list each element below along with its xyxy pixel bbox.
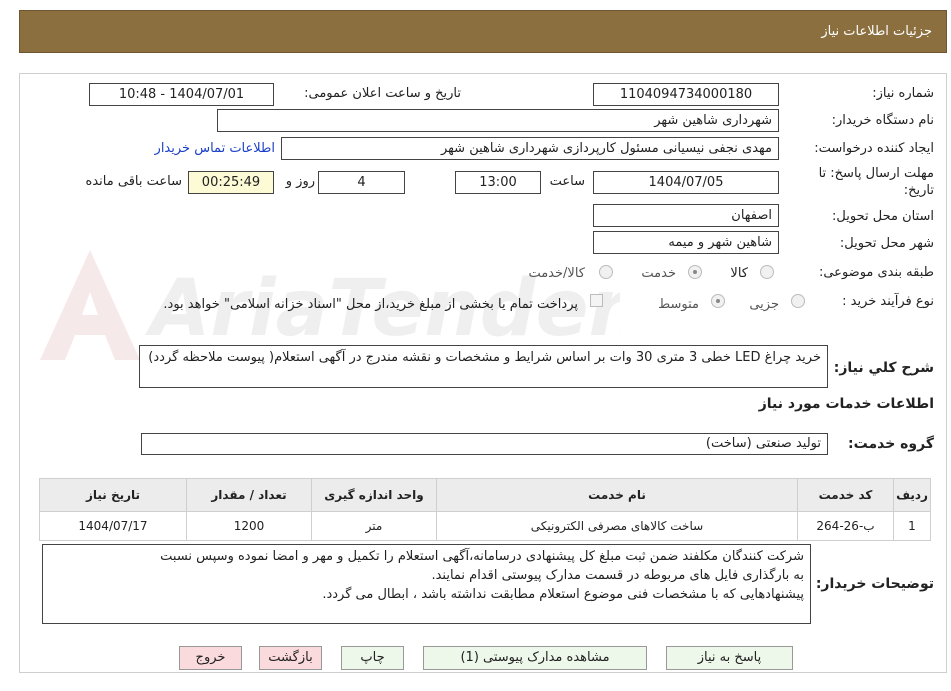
category-radio-service[interactable] [688,265,702,279]
city-field: شاهین شهر و میمه [593,231,779,254]
cell-row-number: 1 [893,511,931,541]
services-table: ردیف کد خدمت نام خدمت واحد اندازه گیری ت… [39,478,931,541]
print-button[interactable]: چاپ [341,646,404,670]
requester-label: ایجاد کننده درخواست: [814,141,934,156]
need-number-field: 1104094734000180 [593,83,779,106]
deadline-label-date: تاریخ: [903,183,934,198]
purchase-option-minor: جزیی [749,297,779,312]
col-need-date: تاریخ نیاز [39,478,187,512]
col-unit: واحد اندازه گیری [311,478,437,512]
deadline-date-field: 1404/07/05 [593,171,779,194]
category-label: طبقه بندی موضوعی: [818,265,934,280]
service-group-field: تولید صنعتی (ساخت) [141,433,828,455]
requester-field: مهدی نجفی نیسیانی مسئول کارپردازی شهردار… [281,137,779,160]
view-attachments-button[interactable]: مشاهده مدارک پیوستی (1) [423,646,647,670]
purchase-option-medium: متوسط [658,297,699,312]
table-row: 1 ب-26-264 ساخت کالاهای مصرفی الکترونیکی… [39,511,931,541]
deadline-time-field: 13:00 [455,171,541,194]
time-label: ساعت [549,174,585,189]
buyer-org-field: شهرداری شاهین شهر [217,109,779,132]
category-option-goods: کالا [730,266,748,281]
purchase-type-label: نوع فرآیند خرید : [842,294,934,309]
col-service-name: نام خدمت [436,478,798,512]
province-field: اصفهان [593,204,779,227]
service-group-label: گروه خدمت: [848,436,934,452]
treasury-checkbox[interactable] [590,294,603,307]
announce-datetime-label: تاریخ و ساعت اعلان عمومی: [304,86,461,101]
city-label: شهر محل تحویل: [839,236,934,251]
purchase-radio-medium[interactable] [711,294,725,308]
deadline-label: مهلت ارسال پاسخ: تا [818,166,934,181]
col-service-code: کد خدمت [797,478,894,512]
cell-need-date: 1404/07/17 [39,511,187,541]
purchase-radio-minor[interactable] [791,294,805,308]
buyer-org-label: نام دستگاه خریدار: [831,113,934,128]
announce-datetime-field: 1404/07/01 - 10:48 [89,83,274,106]
category-radio-goods-service[interactable] [599,265,613,279]
province-label: استان محل تحویل: [832,209,934,224]
buyer-notes-line-3: پیشنهادهایی که با مشخصات فنی موضوع استعل… [322,587,804,602]
back-button[interactable]: بازگشت [259,646,322,670]
buyer-contact-link[interactable]: اطلاعات تماس خریدار [155,141,275,156]
cell-quantity: 1200 [186,511,312,541]
days-field: 4 [318,171,405,194]
cell-service-code: ب-26-264 [797,511,894,541]
buyer-notes-label: توضیحات خریدار: [815,576,934,592]
page-header: جزئیات اطلاعات نیاز [19,10,947,53]
exit-button[interactable]: خروج [179,646,242,670]
time-remaining-label: ساعت باقی مانده [85,174,182,189]
col-row-number: ردیف [893,478,931,512]
days-label: روز و [285,174,315,189]
category-option-goods-service: کالا/خدمت [528,266,585,281]
buyer-notes-line-1: شرکت کنندگان مکلفند ضمن ثبت مبلغ کل پیشن… [160,549,804,564]
general-desc-field: خرید چراغ LED خطی 3 متری 30 وات بر اساس … [139,345,828,388]
cell-service-name: ساخت کالاهای مصرفی الکترونیکی [436,511,798,541]
services-info-title: اطلاعات خدمات مورد نیاز [758,396,934,412]
page-title: جزئیات اطلاعات نیاز [821,24,932,39]
table-header-row: ردیف کد خدمت نام خدمت واحد اندازه گیری ت… [39,478,931,512]
cell-unit: متر [311,511,437,541]
treasury-note: پرداخت تمام یا بخشی از مبلغ خرید،از محل … [163,297,578,312]
category-radio-goods[interactable] [760,265,774,279]
remaining-time-field: 00:25:49 [188,171,274,194]
buyer-notes-line-2: به بارگذاری فایل های مربوطه در قسمت مدار… [431,568,804,583]
buyer-notes-field: شرکت کنندگان مکلفند ضمن ثبت مبلغ کل پیشن… [42,544,811,624]
col-quantity: تعداد / مقدار [186,478,312,512]
reply-button[interactable]: پاسخ به نیاز [666,646,793,670]
category-option-service: خدمت [641,266,676,281]
general-desc-label: شرح كلي نياز: [833,360,934,376]
general-desc-text: خرید چراغ LED خطی 3 متری 30 وات بر اساس … [148,350,821,365]
need-number-label: شماره نیاز: [872,86,934,101]
